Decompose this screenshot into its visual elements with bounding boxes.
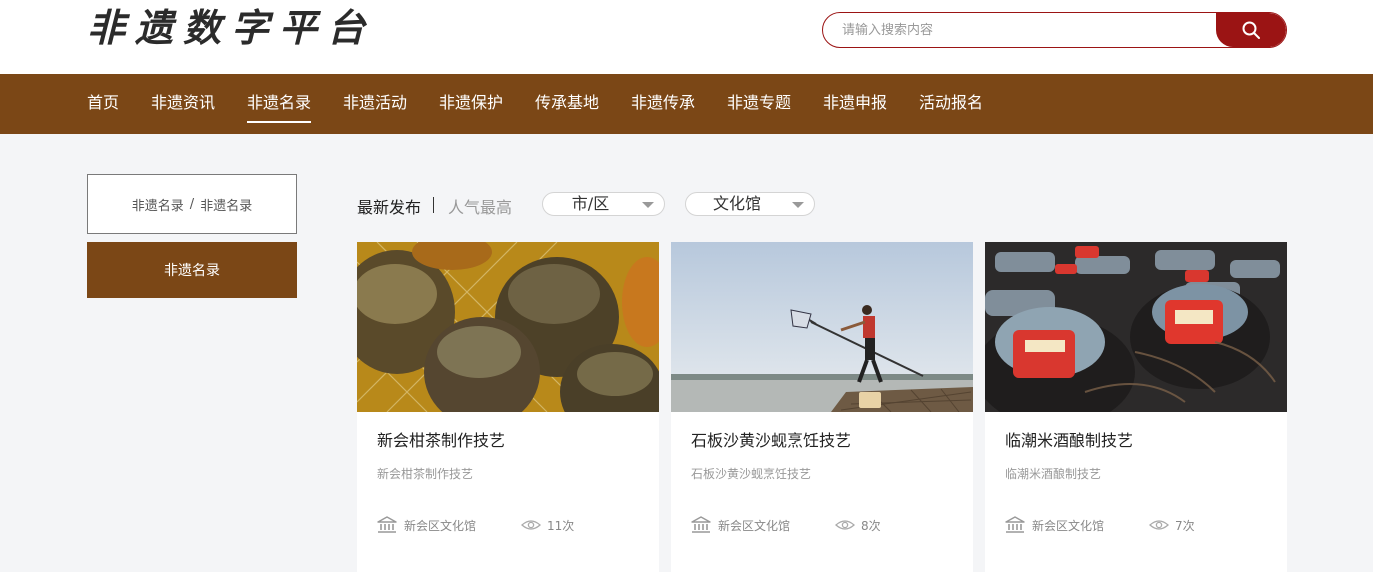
card-views: 11次 (521, 516, 574, 534)
card-venue-text: 新会区文化馆 (404, 518, 477, 533)
venue-select-value: 文化馆 (712, 194, 761, 213)
nav-item-activities[interactable]: 非遗活动 (343, 74, 407, 134)
breadcrumb-item[interactable]: 非遗名录 (132, 195, 184, 214)
search-bar (822, 12, 1287, 48)
site-logo[interactable]: 非遗数字平台 (87, 4, 375, 52)
eye-icon (1149, 520, 1169, 530)
sort-popular[interactable]: 人气最高 (448, 194, 512, 218)
sort-divider (433, 197, 434, 213)
card-image (985, 242, 1287, 412)
card-views: 8次 (835, 516, 881, 534)
search-input[interactable] (823, 13, 1218, 47)
card-venue-text: 新会区文化馆 (718, 518, 791, 533)
main-nav: 首页 非遗资讯 非遗名录 非遗活动 非遗保护 传承基地 非遗传承 非遗专题 非遗… (0, 74, 1373, 134)
search-button[interactable] (1216, 13, 1286, 47)
card-image (671, 242, 973, 412)
heritage-card[interactable]: 新会柑茶制作技艺 新会柑茶制作技艺 新会区文化馆 11次 (357, 242, 659, 572)
city-select[interactable]: 市/区 (542, 192, 665, 216)
card-title[interactable]: 新会柑茶制作技艺 (377, 427, 505, 451)
nav-item-inheritance[interactable]: 非遗传承 (631, 74, 695, 134)
nav-item-bases[interactable]: 传承基地 (535, 74, 599, 134)
nav-item-registration[interactable]: 活动报名 (919, 74, 983, 134)
eye-icon (835, 520, 855, 530)
breadcrumb: 非遗名录 / 非遗名录 (87, 174, 297, 234)
card-venue-text: 新会区文化馆 (1032, 518, 1105, 533)
eye-icon (521, 520, 541, 530)
card-views-count: 7次 (1175, 518, 1195, 533)
sidebar-item-directory[interactable]: 非遗名录 (87, 242, 297, 298)
heritage-card[interactable]: 临潮米酒酿制技艺 临潮米酒酿制技艺 新会区文化馆 7次 (985, 242, 1287, 572)
museum-icon (1005, 516, 1025, 533)
header: 非遗数字平台 (0, 0, 1373, 74)
nav-item-directory[interactable]: 非遗名录 (247, 74, 312, 134)
card-description: 石板沙黄沙蚬烹饪技艺 (691, 467, 812, 481)
city-select-value: 市/区 (571, 194, 610, 213)
card-views: 7次 (1149, 516, 1195, 534)
card-title[interactable]: 临潮米酒酿制技艺 (1005, 427, 1133, 451)
filter-bar: 最新发布 人气最高 市/区 文化馆 (357, 190, 837, 220)
card-views-count: 8次 (861, 518, 881, 533)
breadcrumb-separator: / (189, 196, 195, 212)
card-venue: 新会区文化馆 (1005, 516, 1104, 534)
venue-select[interactable]: 文化馆 (685, 192, 815, 216)
chevron-down-icon (642, 202, 654, 208)
card-views-count: 11次 (547, 518, 575, 533)
museum-icon (691, 516, 711, 533)
card-venue: 新会区文化馆 (691, 516, 790, 534)
nav-item-home[interactable]: 首页 (87, 74, 119, 134)
card-image (357, 242, 659, 412)
nav-item-news[interactable]: 非遗资讯 (151, 74, 215, 134)
nav-item-topics[interactable]: 非遗专题 (727, 74, 791, 134)
museum-icon (377, 516, 397, 533)
card-description: 新会柑茶制作技艺 (377, 467, 474, 481)
search-icon (1242, 21, 1260, 39)
nav-item-declaration[interactable]: 非遗申报 (823, 74, 887, 134)
nav-item-protection[interactable]: 非遗保护 (439, 74, 503, 134)
breadcrumb-current: 非遗名录 (200, 198, 253, 214)
card-title[interactable]: 石板沙黄沙蚬烹饪技艺 (691, 427, 851, 451)
chevron-down-icon (792, 202, 804, 208)
heritage-card[interactable]: 石板沙黄沙蚬烹饪技艺 石板沙黄沙蚬烹饪技艺 新会区文化馆 8次 (671, 242, 973, 572)
card-venue: 新会区文化馆 (377, 516, 476, 534)
card-description: 临潮米酒酿制技艺 (1005, 467, 1102, 481)
sort-latest[interactable]: 最新发布 (357, 194, 421, 218)
